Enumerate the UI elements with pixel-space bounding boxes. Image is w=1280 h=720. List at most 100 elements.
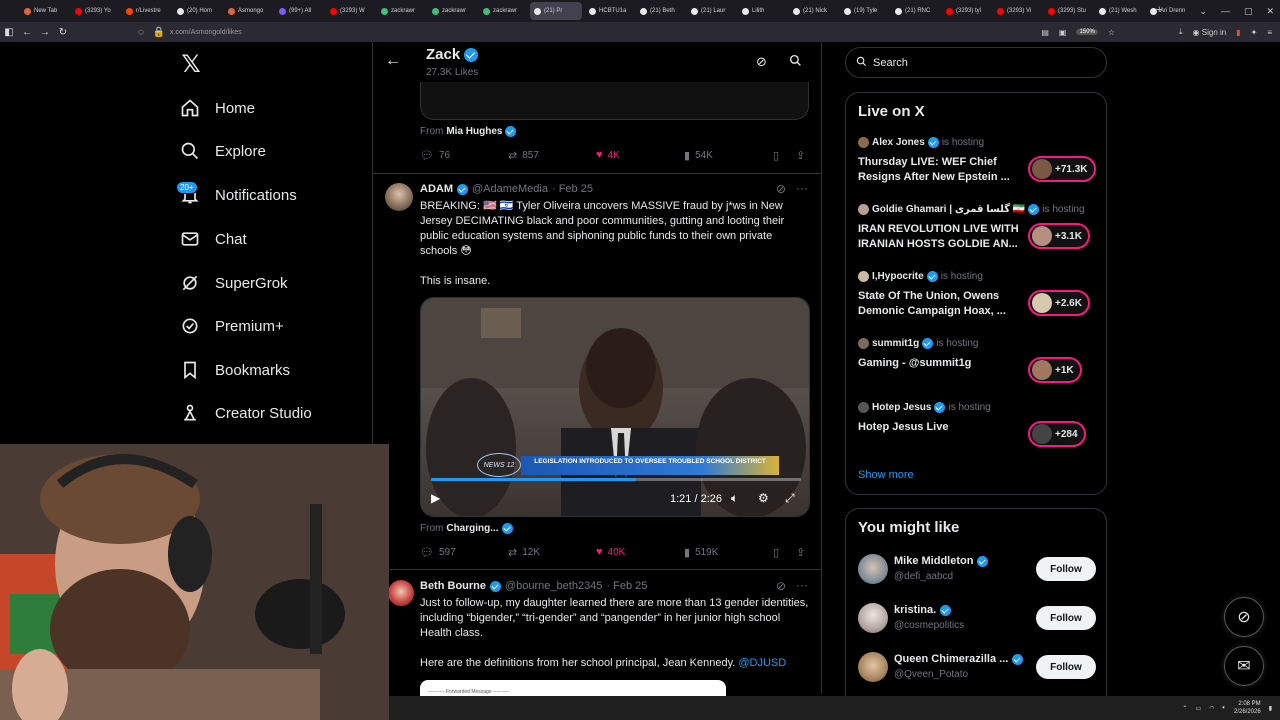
post-date[interactable]: · Feb 25 <box>552 183 593 195</box>
share-button[interactable]: ⇪ <box>796 546 805 559</box>
live-listeners-pill[interactable]: +1K <box>1028 357 1082 383</box>
play-icon[interactable]: ▶ <box>431 491 440 505</box>
browser-tab[interactable]: (21) Wesh <box>1095 2 1143 20</box>
browser-tab[interactable]: (21) Beth <box>636 2 684 20</box>
browser-tab[interactable]: zackrawr <box>377 2 425 20</box>
source-name[interactable]: Mia Hughes <box>446 126 502 137</box>
live-listeners-pill[interactable]: +3.1K <box>1028 223 1090 249</box>
suggested-user-name[interactable]: Queen Chimerazilla ... <box>894 653 1024 665</box>
bookmark-button[interactable]: ▯ <box>773 546 779 559</box>
source-name[interactable]: Charging... <box>446 523 498 534</box>
browser-tab[interactable]: (21) Nick <box>789 2 837 20</box>
avatar[interactable] <box>388 580 414 606</box>
live-host-row[interactable]: I,Hypocrite is hosting <box>858 271 983 282</box>
live-title[interactable]: Hotep Jesus Live <box>858 420 1023 435</box>
download-icon[interactable]: ⤓ <box>1179 27 1183 37</box>
reload-icon[interactable]: ↻ <box>54 27 72 38</box>
forward-icon[interactable]: → <box>36 27 54 38</box>
browser-tab[interactable]: New Tab <box>20 2 68 20</box>
grok-fab-icon[interactable]: ⊘ <box>1224 597 1264 637</box>
nav-item-supergrok[interactable]: SuperGrok <box>178 268 288 298</box>
settings-icon[interactable]: ⚙︎ <box>758 491 769 505</box>
browser-tab[interactable]: Lilith <box>738 2 786 20</box>
notification-center-icon[interactable]: ▮ <box>1269 705 1272 712</box>
avatar[interactable] <box>385 183 413 211</box>
live-host-row[interactable]: Hotep Jesus is hosting <box>858 402 991 413</box>
url-text[interactable]: x.com/Asmongold/likes <box>170 29 242 36</box>
live-listeners-pill[interactable]: +71.3K <box>1028 156 1096 182</box>
share-button[interactable]: ⇪ <box>796 149 805 162</box>
nav-item-premium[interactable]: Premium+ <box>178 311 284 341</box>
account-icon[interactable]: ◉ Sign in <box>1193 28 1227 37</box>
repost-button[interactable]: ⇄ 12K <box>508 546 540 559</box>
author-handle[interactable]: @AdameMedia <box>472 183 548 195</box>
bookmark-star-icon[interactable]: ☆ <box>1108 28 1115 37</box>
mention-link[interactable]: @DJUSD <box>738 657 786 669</box>
repost-button[interactable]: ⇄ 857 <box>508 149 539 162</box>
browser-tab[interactable]: r/Livestre <box>122 2 170 20</box>
reader-icon[interactable]: ▤ <box>1041 28 1049 37</box>
browser-tab[interactable]: Asmongo <box>224 2 272 20</box>
network-icon[interactable]: ▭ <box>1195 705 1201 712</box>
nav-item-chat[interactable]: Chat <box>178 224 247 254</box>
browser-tab[interactable]: (21) RNC <box>891 2 939 20</box>
nav-item-bookmarks[interactable]: Bookmarks <box>178 355 290 385</box>
browser-tab[interactable]: (20) Hom <box>173 2 221 20</box>
browser-tab[interactable]: HCBTU1a <box>585 2 633 20</box>
search-input[interactable]: Search <box>845 47 1107 78</box>
more-options-icon[interactable]: ··· <box>796 181 808 195</box>
new-tab-button[interactable]: + <box>1156 4 1162 16</box>
live-title[interactable]: Thursday LIVE: WEF Chief Resigns After N… <box>858 155 1023 185</box>
fullscreen-icon[interactable]: ⤢ <box>785 491 795 506</box>
search-icon[interactable] <box>789 54 802 70</box>
live-listeners-pill[interactable]: +2.6K <box>1028 290 1090 316</box>
views-button[interactable]: ▮ 519K <box>684 546 718 559</box>
browser-tab[interactable]: Ari Drenn <box>1146 2 1194 20</box>
system-clock[interactable]: 2:08 PM 2/26/2026 <box>1234 700 1261 716</box>
pip-icon[interactable]: ▣ <box>1059 28 1067 37</box>
volume-icon[interactable]: 🔈︎ <box>731 491 738 506</box>
browser-tab[interactable]: (3293) Yo <box>71 2 119 20</box>
post-date[interactable]: · Feb 25 <box>606 580 647 592</box>
volume-icon[interactable]: 🔈︎ <box>1222 705 1226 712</box>
minimize-icon[interactable]: — <box>1221 6 1230 16</box>
nav-item-home[interactable]: Home <box>178 93 255 123</box>
browser-tab[interactable]: (21) Laur <box>687 2 735 20</box>
browser-tab[interactable]: (21) Pr <box>530 2 582 20</box>
avatar[interactable] <box>858 652 888 682</box>
author-name[interactable]: ADAM <box>420 183 453 195</box>
like-button[interactable]: ♥ 40K <box>596 546 625 558</box>
live-listeners-pill[interactable]: +284 <box>1028 421 1086 447</box>
suggested-user-name[interactable]: Mike Middleton <box>894 555 989 567</box>
messages-fab-icon[interactable]: ✉ <box>1224 646 1264 686</box>
live-title[interactable]: IRAN REVOLUTION LIVE WITH IRANIAN HOSTS … <box>858 222 1023 252</box>
browser-tab[interactable]: zackrawr <box>428 2 476 20</box>
views-button[interactable]: ▮ 54K <box>684 149 713 162</box>
close-window-icon[interactable]: ✕ <box>1266 6 1274 17</box>
browser-tab[interactable]: (3293) W <box>326 2 374 20</box>
follow-button[interactable]: Follow <box>1036 557 1096 581</box>
video-player[interactable]: NEWS 12 LEGISLATION INTRODUCED TO OVERSE… <box>420 297 810 517</box>
maximize-icon[interactable]: ▢ <box>1244 6 1253 17</box>
bookmark-button[interactable]: ▯ <box>773 149 779 162</box>
suggested-user-name[interactable]: kristina. <box>894 604 952 616</box>
show-more-link[interactable]: Show more <box>858 469 914 481</box>
live-title[interactable]: State Of The Union, Owens Demonic Campai… <box>858 289 1023 319</box>
like-button[interactable]: ♥ 4K <box>596 149 620 161</box>
tab-list-icon[interactable]: ⌄ <box>1199 6 1207 17</box>
grok-icon[interactable]: ⊘ <box>776 579 786 593</box>
sidebar-toggle-icon[interactable]: ◧ <box>0 27 18 38</box>
avatar[interactable] <box>858 603 888 633</box>
browser-tab[interactable]: (3293) tyl <box>942 2 990 20</box>
back-arrow-icon[interactable]: ← <box>385 52 401 70</box>
menu-icon[interactable]: ≡ <box>1267 28 1272 37</box>
author-name[interactable]: Beth Bourne <box>420 580 486 592</box>
browser-tab[interactable]: (19) Tyle <box>840 2 888 20</box>
video-progress-bar[interactable] <box>431 478 801 481</box>
back-icon[interactable]: ← <box>18 27 36 38</box>
grok-icon[interactable]: ⊘ <box>776 182 786 196</box>
more-options-icon[interactable]: ··· <box>796 578 808 592</box>
avatar[interactable] <box>858 554 888 584</box>
browser-tab[interactable]: (3293) Stu <box>1044 2 1092 20</box>
nav-item-explore[interactable]: Explore <box>178 136 266 166</box>
